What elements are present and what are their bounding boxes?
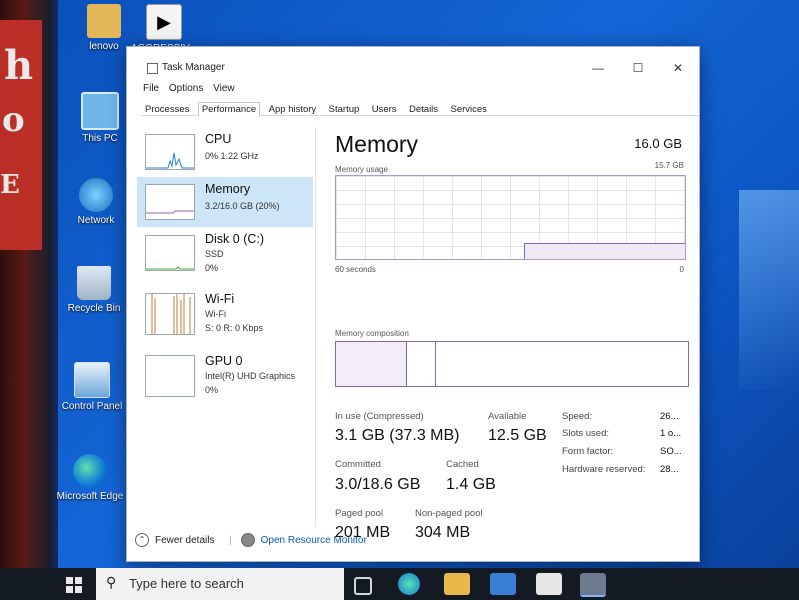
minimize-icon[interactable]: — — [583, 61, 613, 75]
resource-monitor-icon — [240, 533, 255, 547]
task-view-icon[interactable] — [354, 577, 372, 595]
fewer-details-button[interactable]: ⌃ Fewer details — [135, 533, 217, 547]
media-file-icon: ▶ — [146, 4, 182, 40]
memory-usage-max: 15.7 GB — [654, 161, 684, 170]
composition-modified — [407, 342, 436, 386]
chevron-up-icon: ⌃ — [135, 533, 149, 547]
network-globe-icon — [79, 178, 113, 212]
memory-composition-label: Memory composition — [335, 329, 409, 338]
open-resource-monitor-link[interactable]: Open Resource Monitor — [240, 533, 367, 547]
tab-processes[interactable]: Processes — [141, 102, 193, 117]
title-bar[interactable]: Task Manager — ☐ ✕ — [141, 57, 699, 79]
graph-x-right-label: 0 — [679, 265, 684, 274]
desktop-icon-recycle-bin[interactable]: Recycle Bin — [56, 266, 132, 314]
memory-heading: Memory — [335, 131, 419, 157]
memory-composition-bar — [335, 341, 689, 387]
close-icon[interactable]: ✕ — [663, 61, 693, 75]
resource-wifi[interactable]: Wi-Fi Wi-Fi S: 0 R: 0 Kbps — [137, 287, 313, 345]
desktop-icon-control-panel[interactable]: Control Panel — [54, 362, 130, 412]
tab-services[interactable]: Services — [447, 102, 491, 117]
memory-thumbnail-graph — [145, 184, 195, 220]
committed-value: 3.0/18.6 GB — [335, 476, 421, 493]
tab-strip: Processes Performance App history Startu… — [141, 99, 699, 117]
resource-cpu[interactable]: CPU 0% 1.22 GHz — [137, 127, 313, 177]
tab-app-history[interactable]: App history — [265, 102, 321, 117]
graph-x-left-label: 60 seconds — [335, 265, 376, 274]
resource-disk[interactable]: Disk 0 (C:) SSD 0% — [137, 227, 313, 283]
resource-list: CPU 0% 1.22 GHz Memory 3.2/16.0 GB (20%)… — [135, 127, 316, 527]
speed-value: 26... — [660, 411, 679, 422]
computer-icon — [81, 92, 119, 130]
desktop-icon-edge[interactable]: Microsoft Edge — [52, 454, 128, 502]
desktop-icon-network[interactable]: Network — [58, 178, 134, 226]
menu-file[interactable]: File — [143, 83, 159, 94]
memory-usage-graph — [335, 175, 686, 260]
mail-icon[interactable] — [536, 573, 562, 595]
form-factor-value: SO... — [660, 446, 682, 457]
task-manager-app-icon — [147, 63, 158, 74]
disk-thumbnail-graph — [145, 235, 195, 271]
maximize-icon[interactable]: ☐ — [623, 61, 653, 75]
form-factor-label: Form factor: — [562, 446, 614, 457]
slots-used-value: 1 o... — [660, 428, 682, 439]
control-panel-icon — [74, 362, 110, 398]
composition-standby-free — [436, 342, 688, 386]
recycle-bin-icon — [77, 266, 111, 300]
memory-usage-fill — [524, 243, 685, 259]
wallpaper-art: h o E — [0, 20, 42, 250]
window-title: Task Manager — [162, 62, 225, 73]
tab-startup[interactable]: Startup — [325, 102, 364, 117]
cpu-thumbnail-graph — [145, 134, 195, 170]
committed-label: Committed — [335, 459, 381, 470]
in-use-value: 3.1 GB (37.3 MB) — [335, 427, 460, 444]
slots-used-label: Slots used: — [562, 428, 609, 439]
non-paged-pool-label: Non-paged pool — [415, 508, 483, 519]
available-value: 12.5 GB — [488, 427, 547, 444]
task-manager-window: Task Manager — ☐ ✕ File Options View Pro… — [126, 46, 700, 562]
edge-icon — [73, 454, 107, 488]
composition-in-use — [336, 342, 407, 386]
folder-user-icon — [87, 4, 121, 38]
memory-detail-pane: Memory 16.0 GB Memory usage 15.7 GB 60 s… — [332, 127, 692, 541]
tab-details[interactable]: Details — [405, 102, 442, 117]
paged-pool-label: Paged pool — [335, 508, 384, 519]
taskbar: ⚲ Type here to search — [0, 568, 799, 600]
non-paged-pool-value: 304 MB — [415, 524, 471, 541]
task-manager-taskbar-icon[interactable] — [580, 573, 606, 597]
menu-options[interactable]: Options — [169, 83, 203, 94]
edge-taskbar-icon[interactable] — [398, 573, 420, 595]
tab-performance[interactable]: Performance — [197, 102, 261, 117]
wallpaper-light — [739, 190, 799, 390]
cached-label: Cached — [446, 459, 479, 470]
gpu-thumbnail-graph — [145, 355, 195, 397]
speed-label: Speed: — [562, 411, 593, 422]
cached-value: 1.4 GB — [446, 476, 496, 493]
in-use-label: In use (Compressed) — [335, 411, 424, 422]
tab-users[interactable]: Users — [368, 102, 401, 117]
windows-start-icon[interactable] — [66, 577, 82, 593]
memory-usage-label: Memory usage — [335, 165, 388, 174]
menu-view[interactable]: View — [213, 83, 235, 94]
hardware-reserved-label: Hardware reserved: — [562, 464, 646, 475]
footer-bar: ⌃ Fewer details | Open Resource Monitor — [135, 533, 367, 547]
available-label: Available — [488, 411, 527, 422]
search-icon: ⚲ — [106, 574, 117, 590]
taskbar-search-box[interactable]: ⚲ Type here to search — [96, 568, 344, 600]
menu-bar: File Options View — [143, 83, 242, 94]
memory-total: 16.0 GB — [634, 136, 682, 151]
wifi-thumbnail-graph — [145, 293, 195, 335]
store-icon[interactable] — [490, 573, 516, 595]
resource-gpu[interactable]: GPU 0 Intel(R) UHD Graphics 0% — [137, 349, 313, 407]
resource-memory[interactable]: Memory 3.2/16.0 GB (20%) — [137, 177, 313, 227]
hardware-reserved-value: 28... — [660, 464, 679, 475]
file-explorer-icon[interactable] — [444, 573, 470, 595]
